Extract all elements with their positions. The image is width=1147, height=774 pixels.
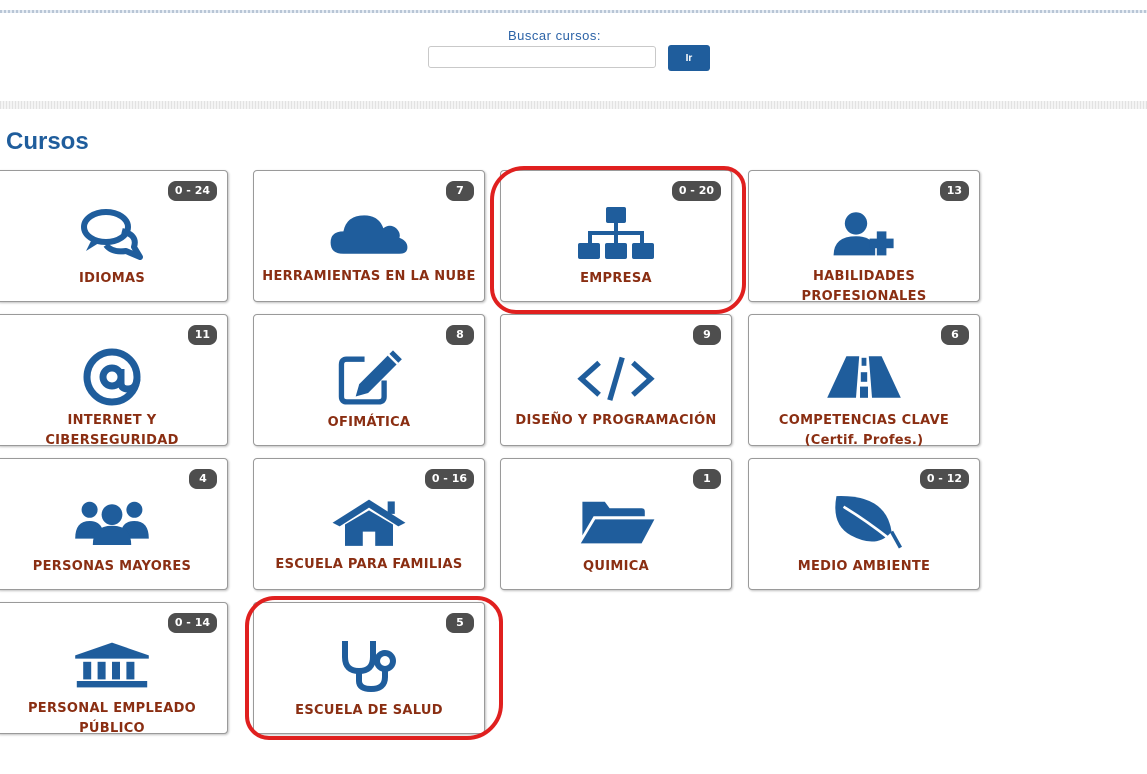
category-tile-personal-empleado-publico[interactable]: 0 - 14 PERSONAL EMPLEADO PÚBLICO (0, 602, 228, 736)
road-icon (824, 349, 904, 405)
folder-open-icon (576, 493, 656, 549)
category-label: QUIMICA (583, 559, 649, 574)
institution-icon (72, 637, 152, 693)
category-tile-quimica[interactable]: 1 QUIMICA (500, 458, 732, 590)
stethoscope-icon (329, 637, 409, 693)
category-label: EMPRESA (580, 271, 652, 286)
course-count-badge: 0 - 12 (919, 469, 969, 489)
at-sign-icon (72, 348, 152, 406)
course-count-badge: 0 - 14 (167, 613, 217, 633)
category-label: DISEÑO Y PROGRAMACIÓN (515, 413, 717, 428)
category-label: MEDIO AMBIENTE (797, 559, 931, 574)
category-label: COMPETENCIAS CLAVE (Certif. Profes.) (778, 413, 950, 448)
category-tile-diseno-programacion[interactable]: 9 DISEÑO Y PROGRAMACIÓN (500, 314, 732, 446)
course-count-badge: 6 (941, 325, 969, 345)
course-count-badge: 0 - 20 (671, 181, 721, 201)
course-count-badge: 0 - 16 (424, 469, 474, 489)
category-label: OFIMÁTICA (327, 415, 411, 430)
category-tile-escuela-salud[interactable]: 5 ESCUELA DE SALUD (253, 602, 485, 734)
category-tile-escuela-familias[interactable]: 0 - 16 ESCUELA PARA FAMILIAS (253, 458, 485, 590)
chat-bubbles-icon (72, 205, 152, 261)
search-label: Buscar cursos: (508, 28, 601, 43)
course-count-badge: 4 (189, 469, 217, 489)
org-chart-icon (576, 205, 656, 261)
code-icon (576, 349, 656, 405)
user-add-icon (824, 205, 904, 261)
leaf-icon (824, 493, 904, 549)
course-count-badge: 9 (693, 325, 721, 345)
course-count-badge: 5 (446, 613, 474, 633)
category-tile-empresa[interactable]: 0 - 20 EMPRESA (500, 170, 732, 302)
category-tile-habilidades-profesionales[interactable]: 13 HABILIDADES PROFESIONALES (748, 170, 980, 304)
home-icon (329, 493, 409, 549)
category-tile-internet-ciberseguridad[interactable]: 11 INTERNET Y CIBERSEGURIDAD (0, 314, 228, 448)
category-tile-herramientas-nube[interactable]: 7 HERRAMIENTAS EN LA NUBE (253, 170, 485, 302)
category-label: HERRAMIENTAS EN LA NUBE (262, 269, 476, 284)
course-search: Buscar cursos: Ir (420, 28, 720, 78)
group-icon (72, 493, 152, 549)
search-input[interactable] (428, 46, 656, 68)
category-tile-ofimatica[interactable]: 8 OFIMÁTICA (253, 314, 485, 446)
category-tile-competencias-clave[interactable]: 6 COMPETENCIAS CLAVE (Certif. Profes.) (748, 314, 980, 448)
course-count-badge: 7 (446, 181, 474, 201)
course-count-badge: 13 (939, 181, 969, 201)
section-divider (0, 101, 1147, 109)
course-count-badge: 11 (187, 325, 217, 345)
category-label: ESCUELA PARA FAMILIAS (275, 557, 463, 572)
top-divider (0, 10, 1147, 13)
category-label: IDIOMAS (79, 271, 145, 286)
course-count-badge: 1 (693, 469, 721, 489)
category-tile-idiomas[interactable]: 0 - 24 IDIOMAS (0, 170, 228, 302)
search-button[interactable]: Ir (668, 45, 710, 71)
category-label: HABILIDADES PROFESIONALES (801, 269, 927, 304)
category-tile-medio-ambiente[interactable]: 0 - 12 MEDIO AMBIENTE (748, 458, 980, 590)
category-label: INTERNET Y CIBERSEGURIDAD (45, 413, 179, 448)
category-tile-personas-mayores[interactable]: 4 PERSONAS MAYORES (0, 458, 228, 590)
course-count-badge: 8 (446, 325, 474, 345)
edit-pencil-icon (329, 349, 409, 405)
section-title: Cursos (6, 128, 89, 155)
category-label: PERSONAS MAYORES (32, 559, 192, 574)
category-label: ESCUELA DE SALUD (295, 703, 443, 718)
course-count-badge: 0 - 24 (167, 181, 217, 201)
cloud-icon (329, 205, 409, 261)
category-label: PERSONAL EMPLEADO PÚBLICO (27, 701, 197, 736)
